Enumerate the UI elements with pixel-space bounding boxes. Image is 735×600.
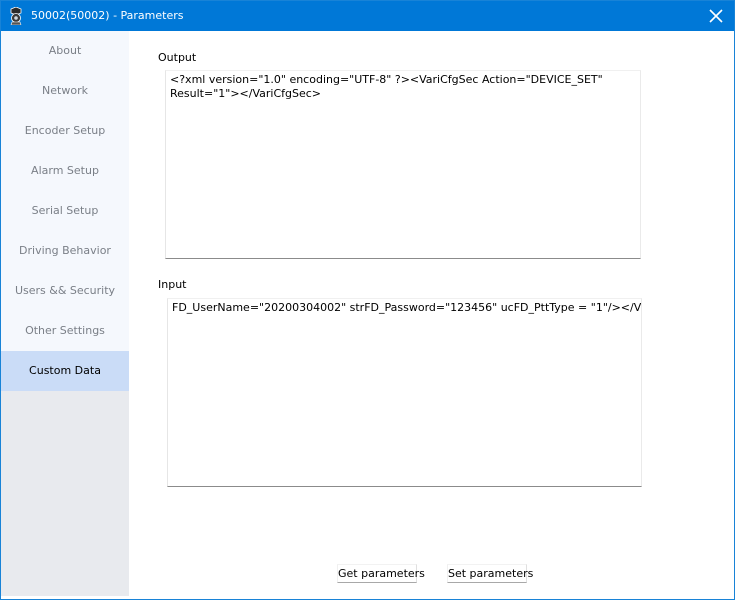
- get-parameters-button[interactable]: Get parameters: [337, 564, 425, 583]
- output-label: Output: [158, 51, 197, 64]
- title-bar[interactable]: 50002(50002) - Parameters: [1, 1, 734, 31]
- nav-list: About Network Encoder Setup Alarm Setup …: [1, 31, 129, 391]
- device-icon: [8, 6, 24, 26]
- sidebar: About Network Encoder Setup Alarm Setup …: [1, 31, 129, 596]
- sidebar-item-serial-setup[interactable]: Serial Setup: [1, 191, 129, 231]
- close-button[interactable]: [698, 1, 734, 31]
- input-text: FD_UserName="20200304002" strFD_Password…: [172, 301, 642, 314]
- sidebar-item-custom-data[interactable]: Custom Data: [1, 351, 129, 391]
- input-label: Input: [158, 278, 187, 291]
- custom-data-panel: Output <?xml version="1.0" encoding="UTF…: [129, 31, 734, 599]
- sidebar-item-alarm-setup[interactable]: Alarm Setup: [1, 151, 129, 191]
- sidebar-item-other-settings[interactable]: Other Settings: [1, 311, 129, 351]
- close-icon: [709, 9, 723, 23]
- parameters-window: 50002(50002) - Parameters About Network …: [0, 0, 735, 600]
- sidebar-item-users-security[interactable]: Users && Security: [1, 271, 129, 311]
- sidebar-item-encoder-setup[interactable]: Encoder Setup: [1, 111, 129, 151]
- output-textarea[interactable]: <?xml version="1.0" encoding="UTF-8" ?><…: [165, 70, 641, 259]
- window-title: 50002(50002) - Parameters: [31, 9, 184, 22]
- sidebar-item-network[interactable]: Network: [1, 71, 129, 111]
- sidebar-item-driving-behavior[interactable]: Driving Behavior: [1, 231, 129, 271]
- set-parameters-button[interactable]: Set parameters: [447, 564, 533, 583]
- input-textarea[interactable]: FD_UserName="20200304002" strFD_Password…: [167, 298, 642, 487]
- sidebar-item-about[interactable]: About: [1, 31, 129, 71]
